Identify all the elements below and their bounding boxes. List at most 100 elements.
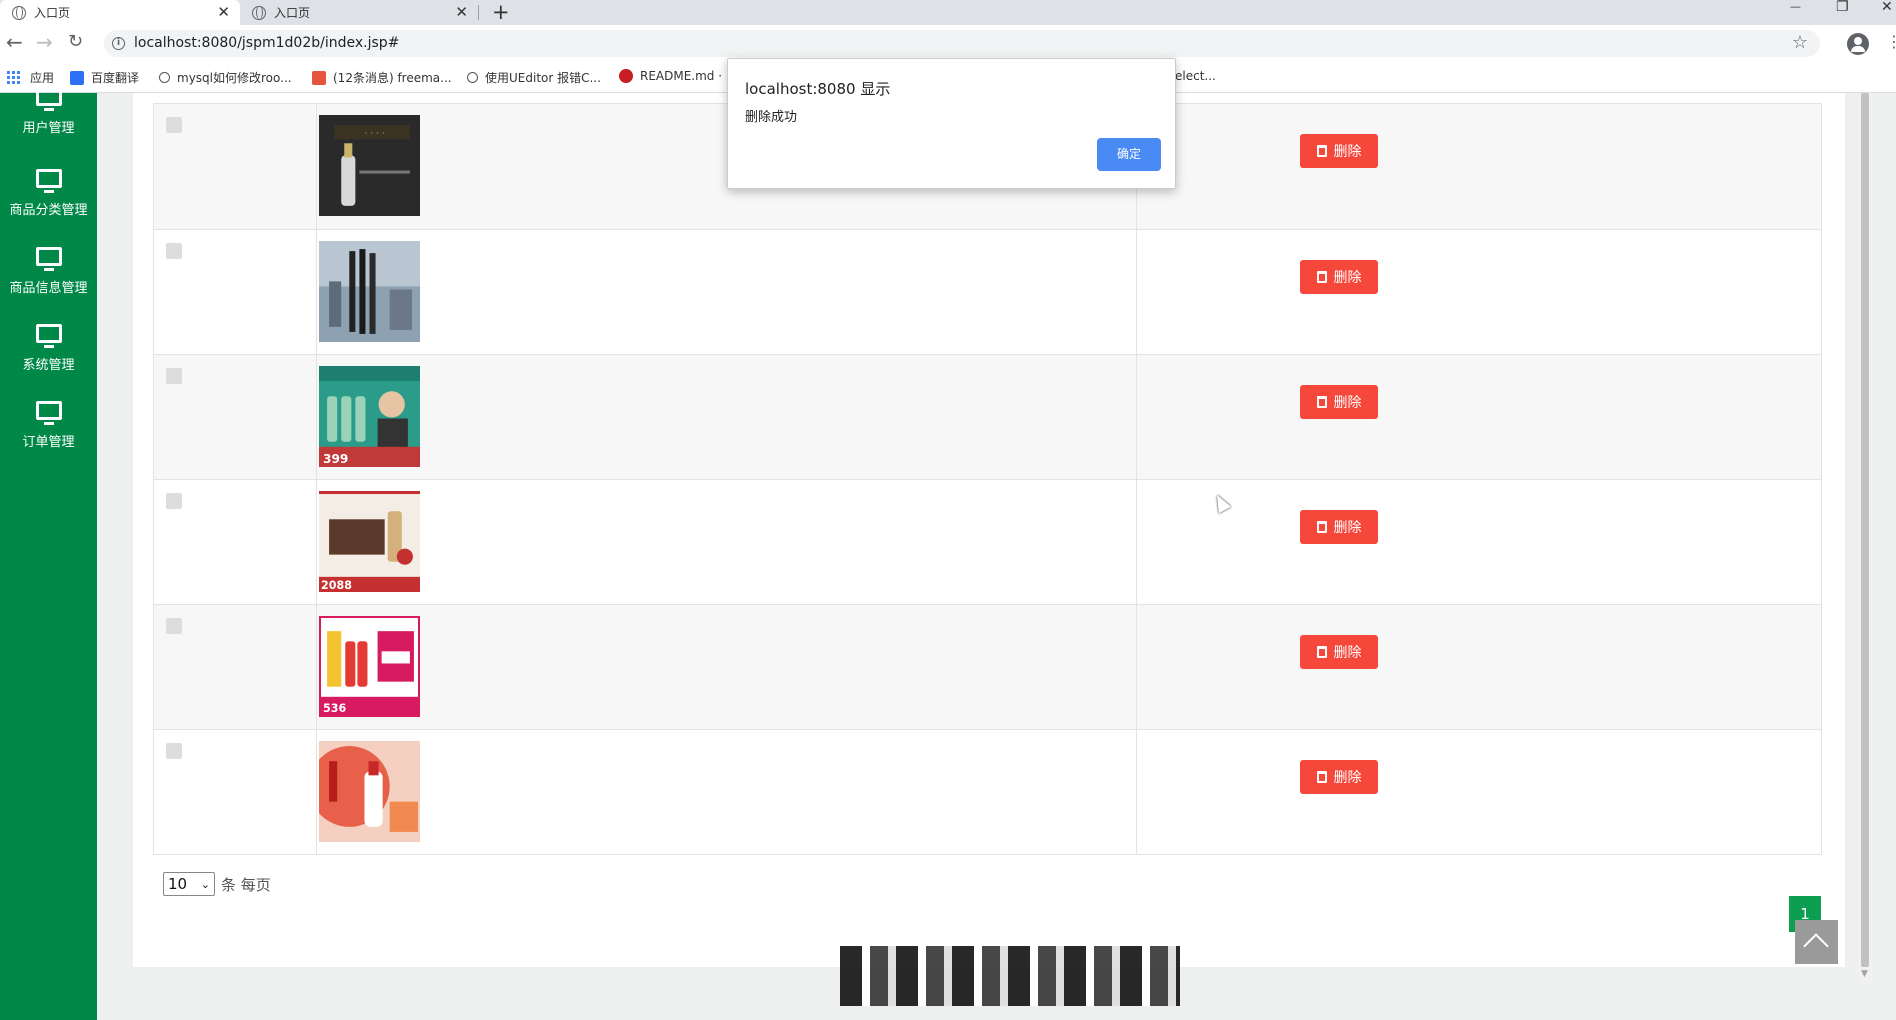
trash-icon <box>1316 396 1327 408</box>
browser-tab-1[interactable]: 入口页 ✕ <box>0 0 240 25</box>
tab-title: 入口页 <box>34 6 71 20</box>
trash-icon <box>1316 646 1327 658</box>
row-checkbox[interactable] <box>166 493 182 509</box>
apps-grid-icon <box>7 71 20 84</box>
delete-label: 删除 <box>1333 520 1362 536</box>
bookmark-label: 使用UEditor 报错C... <box>485 71 601 85</box>
svg-text:399: 399 <box>323 452 348 466</box>
sidebar-item-label: 商品分类管理 <box>9 203 88 218</box>
delete-button[interactable]: 删除 <box>1300 260 1378 294</box>
product-image <box>319 741 420 842</box>
globe-icon <box>252 5 266 20</box>
product-image <box>319 241 420 342</box>
monitor-icon <box>35 87 62 111</box>
product-image: 2088 <box>319 491 420 592</box>
gitee-icon <box>619 69 633 83</box>
pagination-bar: 10 ⌄ 条 每页 <box>163 872 271 896</box>
delete-button[interactable]: 删除 <box>1300 635 1378 669</box>
trash-icon <box>1316 771 1327 783</box>
back-arrow-icon[interactable]: ← <box>6 31 23 53</box>
table-row: 536 删除 <box>154 604 1821 729</box>
table-row: 删除 <box>154 229 1821 354</box>
row-checkbox[interactable] <box>166 618 182 634</box>
page-scrollbar[interactable]: ▼ <box>1858 93 1872 985</box>
bookmark-label: elect... <box>1175 69 1216 83</box>
new-tab-button[interactable]: + <box>492 0 510 24</box>
bookmark-readme[interactable]: README.md · <box>619 69 722 83</box>
bookmark-apps[interactable]: 应用 <box>7 69 54 86</box>
bookmark-label: mysql如何修改roo... <box>177 71 292 85</box>
monitor-icon <box>35 401 62 425</box>
forward-arrow-icon[interactable]: → <box>36 31 53 53</box>
dialog-message: 删除成功 <box>745 110 798 125</box>
page-size-suffix: 条 每页 <box>221 875 271 894</box>
delete-label: 删除 <box>1333 144 1362 160</box>
table-row: 399 删除 <box>154 354 1821 479</box>
bookmark-label: 应用 <box>30 71 55 85</box>
star-icon[interactable]: ☆ <box>1792 32 1808 53</box>
browser-tab-bar: 入口页 ✕ 入口页 ✕ + — ❐ ✕ <box>0 0 1896 25</box>
back-to-top-icon[interactable] <box>1795 920 1838 964</box>
sidebar-item-system[interactable]: 系统管理 <box>0 324 97 373</box>
minimize-button[interactable]: — <box>1790 0 1801 14</box>
footer-pixelated <box>840 946 1180 1006</box>
chevron-down-icon: ⌄ <box>200 877 210 891</box>
row-checkbox[interactable] <box>166 743 182 759</box>
close-tab-icon[interactable]: ✕ <box>455 3 468 21</box>
dialog-title: localhost:8080 显示 <box>745 80 891 98</box>
sidebar-item-category[interactable]: 商品分类管理 <box>0 169 97 218</box>
delete-label: 删除 <box>1333 395 1362 411</box>
bookmark-select[interactable]: elect... <box>1175 69 1216 83</box>
delete-button[interactable]: 删除 <box>1300 510 1378 544</box>
dialog-ok-button[interactable]: 确定 <box>1097 138 1161 171</box>
sidebar-item-users[interactable]: 用户管理 <box>0 87 97 136</box>
delete-button[interactable]: 删除 <box>1300 760 1378 794</box>
tab-separator <box>478 5 479 20</box>
monitor-icon <box>35 324 62 348</box>
sidebar-item-orders[interactable]: 订单管理 <box>0 401 97 450</box>
csdn-icon <box>312 70 326 85</box>
sidebar-item-label: 系统管理 <box>22 358 75 373</box>
delete-button[interactable]: 删除 <box>1300 134 1378 168</box>
bookmark-baidu-translate[interactable]: 百度翻译 <box>70 69 139 86</box>
bookmark-csdn[interactable]: (12条消息) freema... <box>312 69 452 86</box>
menu-dots-icon[interactable]: ⋮ <box>1886 34 1896 50</box>
svg-text:536: 536 <box>323 702 346 715</box>
account-icon[interactable] <box>1847 33 1869 55</box>
restore-button[interactable]: ❐ <box>1836 0 1849 14</box>
delete-button[interactable]: 删除 <box>1300 385 1378 419</box>
trash-icon <box>1316 521 1327 533</box>
globe-icon <box>12 5 26 20</box>
bookmark-ueditor[interactable]: 使用UEditor 报错C... <box>467 69 601 86</box>
scroll-down-arrow-icon[interactable]: ▼ <box>1861 969 1868 979</box>
page-size-select[interactable]: 10 ⌄ <box>163 872 215 896</box>
close-window-button[interactable]: ✕ <box>1881 0 1893 14</box>
page-size-value: 10 <box>168 875 188 893</box>
omnibox[interactable]: i localhost:8080/jspm1d02b/index.jsp# ☆ <box>104 30 1820 57</box>
product-image: 399 <box>319 366 420 467</box>
sidebar-item-products[interactable]: 商品信息管理 <box>0 247 97 296</box>
close-tab-icon[interactable]: ✕ <box>217 3 230 21</box>
info-icon[interactable]: i <box>112 37 125 50</box>
url-text[interactable]: localhost:8080/jspm1d02b/index.jsp# <box>134 35 399 51</box>
tab-title: 入口页 <box>274 6 311 20</box>
browser-tab-2[interactable]: 入口页 ✕ <box>240 0 478 25</box>
reload-icon[interactable]: ↻ <box>68 31 83 53</box>
row-checkbox[interactable] <box>166 368 182 384</box>
table-row: 删除 <box>154 729 1821 854</box>
row-checkbox[interactable] <box>166 243 182 259</box>
product-table: · · · · 删除 删除 399 删除 2088 删除 536 删除 删除 <box>153 103 1822 855</box>
trash-icon <box>1316 271 1327 283</box>
scrollbar-thumb[interactable] <box>1861 93 1869 967</box>
product-image: 536 <box>319 616 420 717</box>
sidebar-item-label: 用户管理 <box>22 121 75 136</box>
sidebar: 用户管理 商品分类管理 商品信息管理 系统管理 订单管理 <box>0 87 97 1020</box>
bookmark-mysql[interactable]: mysql如何修改roo... <box>159 69 292 86</box>
address-bar-row: ← → ↻ i localhost:8080/jspm1d02b/index.j… <box>0 25 1896 62</box>
sidebar-item-label: 订单管理 <box>22 435 75 450</box>
alert-dialog: localhost:8080 显示 删除成功 确定 <box>727 58 1176 189</box>
product-image: · · · · <box>319 115 420 216</box>
row-checkbox[interactable] <box>166 117 182 133</box>
baidu-translate-icon <box>70 70 84 85</box>
delete-label: 删除 <box>1333 770 1362 786</box>
